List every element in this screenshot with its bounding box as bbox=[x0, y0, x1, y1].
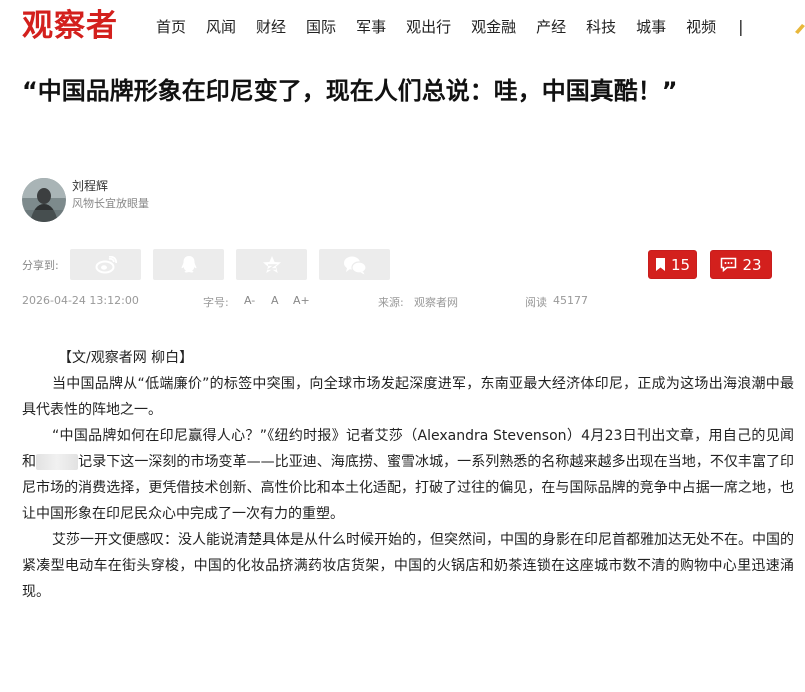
publish-datetime: 2026-04-24 13:12:00 bbox=[22, 294, 139, 307]
blurred-text: 遮遮挡 bbox=[36, 454, 79, 470]
article-paragraph: 艾莎一开文便感叹：没人能说清楚具体是从什么时候开始的，但突然间，中国的身影在印尼… bbox=[22, 532, 794, 600]
nav-item-military[interactable]: 军事 bbox=[356, 16, 386, 38]
site-logo[interactable]: 观察者 bbox=[22, 4, 118, 48]
article-meta: 2026-04-24 13:12:00 字号: A- A A+ 来源: 观察者网… bbox=[22, 294, 794, 310]
paragraph-text: 记录下这一深刻的市场变革——比亚迪、海底捞、蜜雪冰城，一系列熟悉的名称越来越多出… bbox=[22, 454, 795, 522]
pencil-icon[interactable] bbox=[794, 22, 805, 36]
share-weibo-button[interactable] bbox=[70, 249, 141, 280]
nav-item-international[interactable]: 国际 bbox=[306, 16, 336, 38]
views-count: 45177 bbox=[553, 294, 588, 307]
nav-item-video[interactable]: 视频 bbox=[686, 16, 716, 38]
comment-button[interactable]: 23 bbox=[710, 250, 772, 279]
share-label: 分享到: bbox=[22, 259, 59, 272]
views-label: 阅读 bbox=[525, 296, 547, 309]
article-paragraph: 当中国品牌从“低端廉价”的标签中突围，向全球市场发起深度进军，东南亚最大经济体印… bbox=[22, 376, 794, 418]
site-header: 观察者 首页 风闻 财经 国际 军事 观出行 观金融 产经 科技 城事 视频 | bbox=[0, 0, 805, 58]
author-block: 刘程辉 风物长宜放眼量 bbox=[22, 178, 149, 224]
comment-icon bbox=[721, 257, 737, 272]
nav-item-city[interactable]: 城事 bbox=[636, 16, 666, 38]
nav-item-industry[interactable]: 产经 bbox=[536, 16, 566, 38]
wechat-icon bbox=[343, 256, 367, 274]
article-paragraph: “中国品牌如何在印尼赢得人心？”《纽约时报》记者艾莎（Alexandra Ste… bbox=[22, 423, 794, 527]
font-size-normal-button[interactable]: A bbox=[271, 294, 279, 307]
nav-item-fengwen[interactable]: 风闻 bbox=[206, 16, 236, 38]
bookmark-count: 15 bbox=[670, 255, 691, 274]
bookmark-button[interactable]: 15 bbox=[648, 250, 697, 279]
comment-count: 23 bbox=[742, 255, 762, 274]
nav-separator: | bbox=[738, 17, 744, 36]
font-size-larger-button[interactable]: A+ bbox=[293, 294, 310, 307]
nav-item-fintech[interactable]: 观金融 bbox=[471, 16, 516, 38]
qzone-icon bbox=[262, 256, 281, 273]
share-wechat-button[interactable] bbox=[319, 249, 390, 280]
font-size-smaller-button[interactable]: A- bbox=[244, 294, 255, 307]
source-name: 观察者网 bbox=[414, 296, 458, 309]
article-byline: 【文/观察者网 柳白】 bbox=[58, 350, 194, 366]
nav-item-travel[interactable]: 观出行 bbox=[406, 16, 451, 38]
author-name[interactable]: 刘程辉 bbox=[72, 178, 149, 194]
avatar[interactable] bbox=[22, 178, 66, 222]
nav-item-finance[interactable]: 财经 bbox=[256, 16, 286, 38]
author-info: 刘程辉 风物长宜放眼量 bbox=[72, 178, 149, 212]
article-body: 【文/观察者网 柳白】 当中国品牌从“低端廉价”的标签中突围，向全球市场发起深度… bbox=[22, 345, 794, 605]
main-nav: 首页 风闻 财经 国际 军事 观出行 观金融 产经 科技 城事 视频 | bbox=[156, 16, 754, 38]
author-description: 风物长宜放眼量 bbox=[72, 197, 149, 210]
share-bar: 分享到: 15 23 bbox=[22, 249, 794, 281]
share-qq-button[interactable] bbox=[153, 249, 224, 280]
nav-item-tech[interactable]: 科技 bbox=[586, 16, 616, 38]
article-title: “中国品牌形象在印尼变了，现在人们总说：哇，中国真酷！” bbox=[22, 77, 678, 105]
bookmark-icon bbox=[655, 258, 665, 271]
qq-icon bbox=[181, 255, 196, 273]
share-qzone-button[interactable] bbox=[236, 249, 307, 280]
font-size-label: 字号: bbox=[203, 296, 229, 309]
nav-item-home[interactable]: 首页 bbox=[156, 16, 186, 38]
weibo-icon bbox=[95, 255, 117, 273]
source-label: 来源: bbox=[378, 296, 404, 309]
